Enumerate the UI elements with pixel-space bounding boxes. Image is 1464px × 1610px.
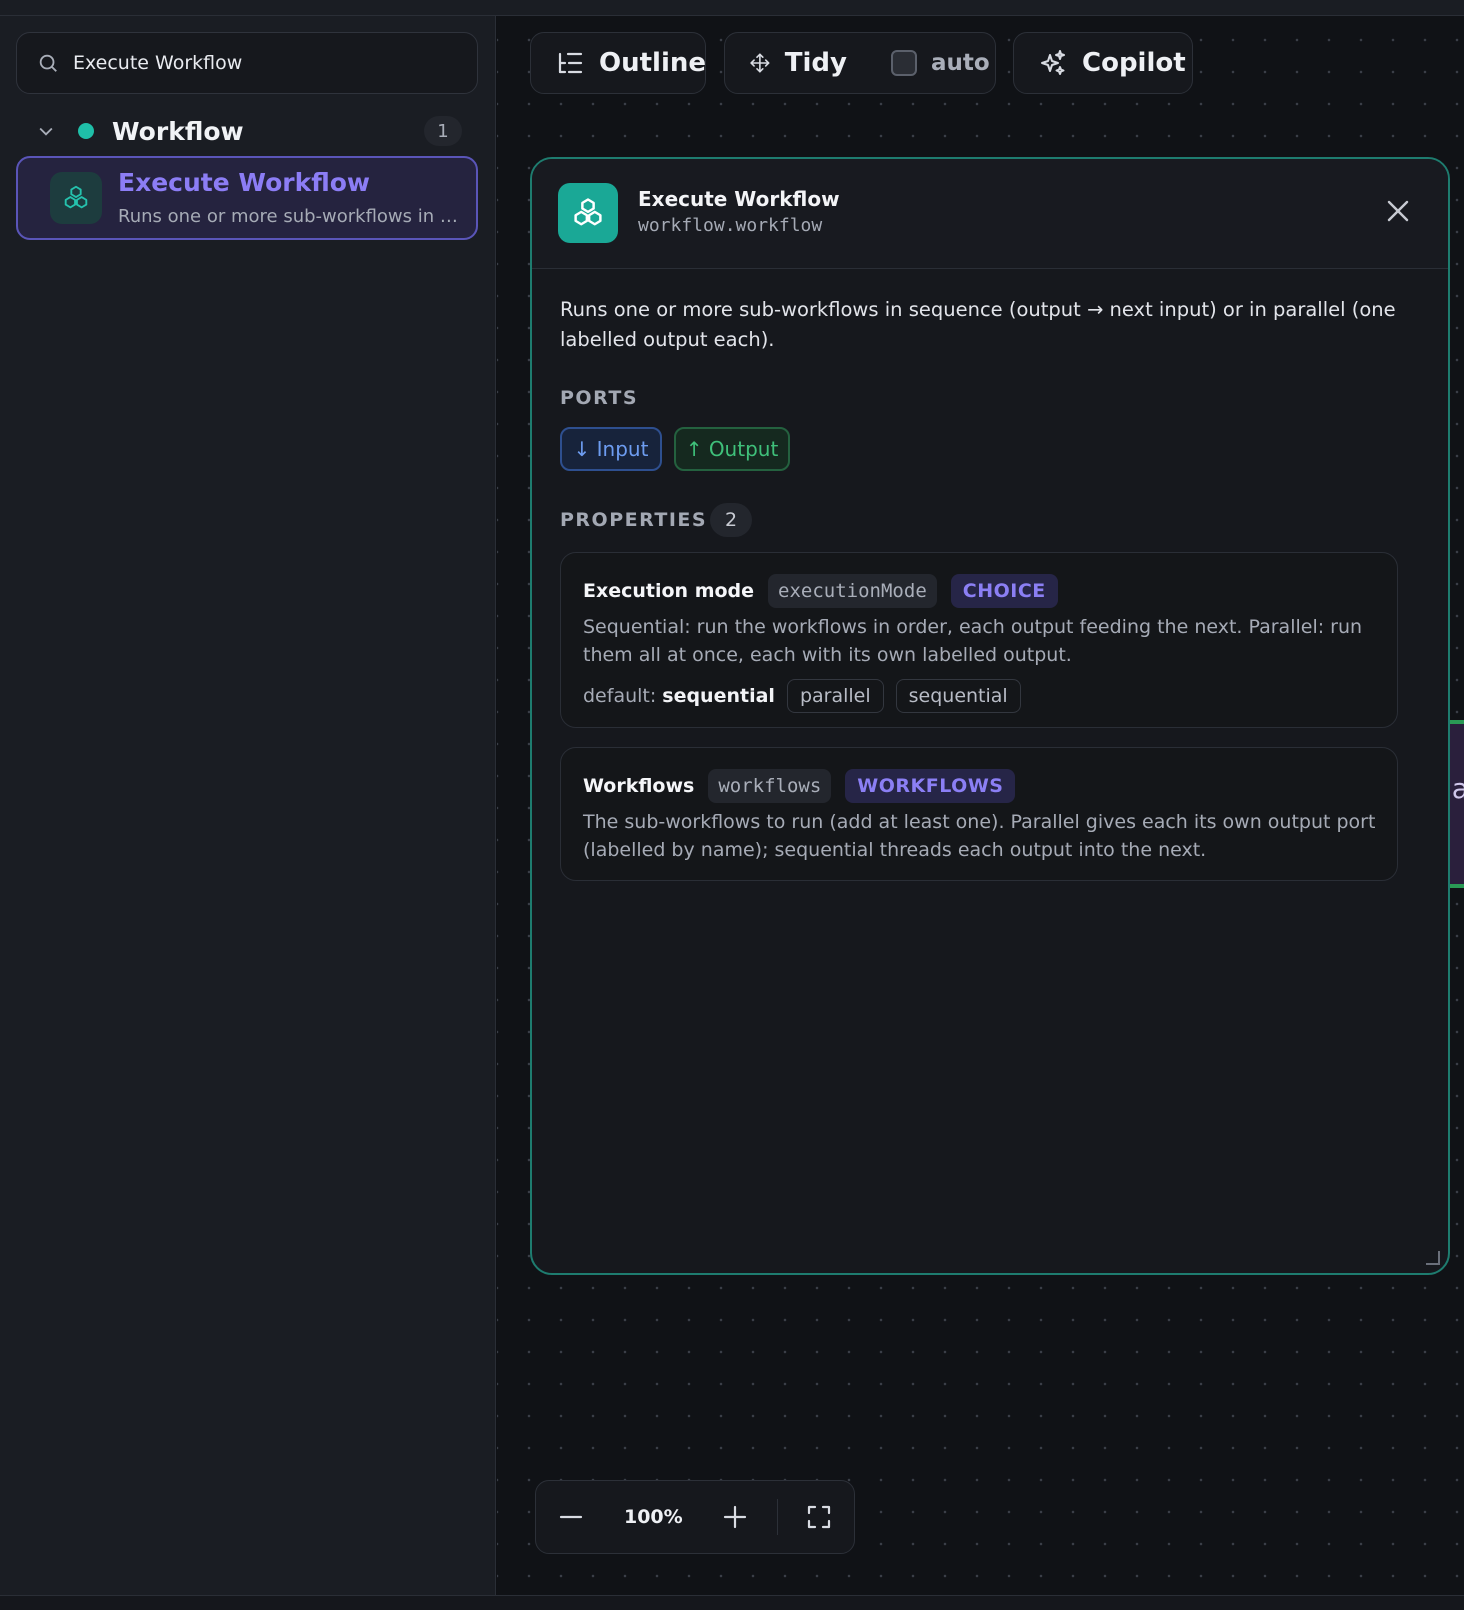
cubes-icon [64, 185, 88, 209]
property-key: executionMode [768, 574, 937, 608]
node-item-description: Runs one or more sub-workflows in sequen… [118, 206, 463, 227]
copilot-label: Copilot [1082, 48, 1186, 78]
chevron-down-icon[interactable] [36, 121, 56, 141]
outline-label: Outline [599, 48, 707, 78]
property-description: The sub-workflows to run (add at least o… [583, 811, 1376, 861]
default-label: default: [583, 685, 657, 707]
cubes-icon [574, 198, 602, 226]
search-input[interactable] [73, 52, 453, 74]
sparkles-icon [1041, 50, 1065, 75]
search-box[interactable] [16, 32, 478, 94]
property-name: Workflows [583, 775, 695, 797]
property-default-row: default: sequential parallel sequential [583, 679, 1021, 713]
property-type-badge: WORKFLOWS [845, 769, 1016, 803]
node-item-title: Execute Workflow [118, 168, 371, 197]
node-detail-panel: Execute Workflow workflow.workflow Runs … [530, 157, 1450, 1275]
close-icon[interactable] [1384, 197, 1412, 225]
property-card-execution-mode: Execution mode executionMode CHOICE Sequ… [560, 552, 1398, 728]
outline-button[interactable]: Outline [530, 32, 706, 94]
fit-view-button[interactable] [784, 1481, 854, 1553]
resize-handle[interactable] [1426, 1251, 1440, 1265]
ports-heading: PORTS [560, 387, 638, 409]
tidy-group: Tidy auto [724, 32, 996, 94]
option-chip-sequential: sequential [895, 679, 1021, 713]
property-key: workflows [708, 769, 832, 803]
plus-icon [724, 1505, 747, 1529]
bottom-bar [0, 1595, 1464, 1610]
node-icon [50, 172, 102, 224]
group-workflow[interactable]: Workflow 1 [16, 110, 478, 152]
top-bar [0, 0, 1464, 16]
panel-node-type: workflow.workflow [638, 215, 823, 236]
tidy-label: Tidy [784, 48, 847, 78]
search-icon [39, 54, 57, 72]
list-item-execute-workflow[interactable]: Execute Workflow Runs one or more sub-wo… [16, 156, 478, 240]
property-type-badge: CHOICE [950, 574, 1058, 608]
property-card-workflows: Workflows workflows WORKFLOWS The sub-wo… [560, 747, 1398, 881]
port-output-badge: ↑ Output [674, 427, 790, 471]
zoom-divider [776, 1499, 778, 1535]
zoom-in-button[interactable] [700, 1481, 770, 1553]
property-name: Execution mode [583, 580, 755, 602]
auto-label: auto [931, 50, 990, 76]
zoom-level: 100% [623, 1506, 683, 1528]
group-name: Workflow [112, 116, 244, 146]
default-value: sequential [662, 685, 775, 707]
copilot-button[interactable]: Copilot [1013, 32, 1193, 94]
auto-checkbox[interactable] [891, 50, 917, 76]
property-description: Sequential: run the workflows in order, … [583, 616, 1363, 666]
properties-heading: PROPERTIES [560, 509, 708, 531]
outline-icon [558, 52, 583, 74]
auto-toggle[interactable]: auto [871, 33, 1010, 93]
fullscreen-icon [807, 1505, 830, 1529]
group-color-dot [78, 123, 94, 139]
port-input-badge: ↓ Input [560, 427, 662, 471]
zoom-out-button[interactable] [536, 1481, 606, 1553]
node-library-sidebar: Workflow 1 Execute Workflow Runs one or … [0, 16, 496, 1595]
option-chip-parallel: parallel [786, 679, 884, 713]
panel-node-icon [558, 183, 618, 243]
panel-title: Execute Workflow [638, 187, 840, 211]
zoom-controls: 100% [535, 1480, 855, 1554]
minus-icon [560, 1515, 583, 1519]
group-count-badge: 1 [424, 116, 462, 146]
properties-count-badge: 2 [710, 503, 752, 537]
tidy-button[interactable]: Tidy [725, 33, 871, 93]
panel-description: Runs one or more sub-workflows in sequen… [560, 298, 1396, 351]
panel-header: Execute Workflow workflow.workflow [532, 159, 1448, 269]
move-arrows-icon [750, 53, 770, 73]
